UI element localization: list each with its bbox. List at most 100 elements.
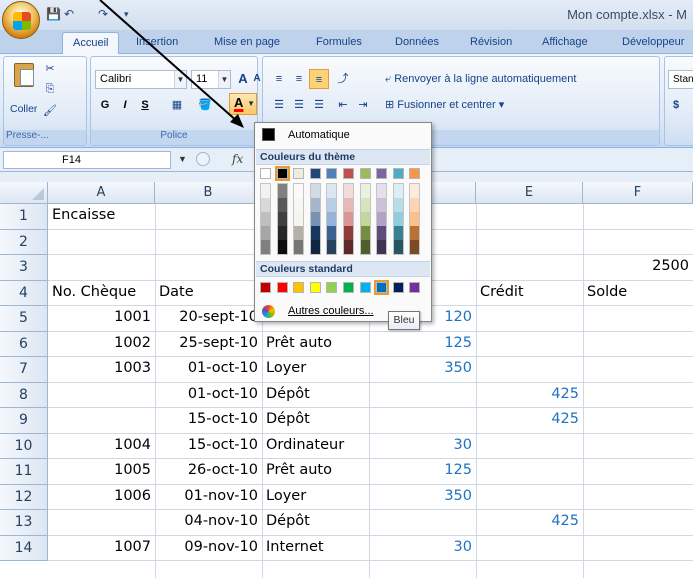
cell-c10[interactable]: Ordinateur [266, 437, 365, 459]
tab-mise-en-page[interactable]: Mise en page [214, 36, 280, 48]
cell-a14[interactable]: 1007 [52, 539, 151, 561]
align-bottom-icon[interactable]: ≡ [309, 69, 329, 89]
theme-shade-column[interactable] [326, 183, 338, 255]
row-header-10[interactable]: 10 [0, 433, 48, 459]
cell-d7[interactable]: 350 [373, 360, 472, 382]
name-box[interactable]: F14 [3, 151, 171, 169]
currency-button[interactable]: $ [669, 95, 683, 115]
font-color-button[interactable]: A ▼ [229, 93, 257, 115]
cell-d11[interactable]: 125 [373, 462, 472, 484]
row-header-7[interactable]: 7 [0, 357, 48, 383]
standard-color-swatch[interactable] [260, 282, 271, 293]
standard-color-swatch[interactable] [343, 282, 354, 293]
theme-color-swatch[interactable] [260, 168, 271, 179]
theme-shade-column[interactable] [260, 183, 271, 255]
decrease-indent-icon[interactable]: ⇤ [333, 95, 353, 115]
standard-color-swatch[interactable] [374, 280, 390, 295]
redo-icon[interactable]: ↷ [98, 7, 108, 21]
row-header-3[interactable]: 3 [0, 255, 48, 281]
row-header-12[interactable]: 12 [0, 484, 48, 510]
row-header-4[interactable]: 4 [0, 280, 48, 306]
theme-color-swatch[interactable] [274, 166, 290, 181]
theme-color-swatch[interactable] [392, 168, 404, 179]
standard-color-swatch[interactable] [293, 282, 305, 293]
row-header-14[interactable]: 14 [0, 535, 48, 561]
standard-color-swatch[interactable] [392, 282, 404, 293]
wrap-text-button[interactable]: ⤶ Renvoyer à la ligne automatiquement [381, 69, 580, 89]
theme-color-swatch[interactable] [293, 168, 305, 179]
standard-color-swatch[interactable] [359, 282, 371, 293]
cell-b11[interactable]: 26-oct-10 [159, 462, 258, 484]
theme-color-swatch[interactable] [326, 168, 338, 179]
cell-e8[interactable]: 425 [480, 386, 579, 408]
cell-a6[interactable]: 1002 [52, 335, 151, 357]
cell-a10[interactable]: 1004 [52, 437, 151, 459]
cell-b7[interactable]: 01-oct-10 [159, 360, 258, 382]
undo-icon[interactable]: ↶ [64, 7, 74, 21]
row-header-11[interactable]: 11 [0, 459, 48, 485]
tab-donnees[interactable]: Données [395, 36, 439, 48]
cell-c11[interactable]: Prêt auto [266, 462, 365, 484]
cell-b10[interactable]: 15-oct-10 [159, 437, 258, 459]
cell-f3[interactable]: 2500 [587, 258, 689, 280]
chevron-down-icon[interactable]: ▼ [178, 154, 187, 164]
select-all-corner[interactable] [0, 182, 48, 204]
row-header-9[interactable]: 9 [0, 408, 48, 434]
column-header-a[interactable]: A [48, 182, 155, 204]
theme-shade-column[interactable] [309, 183, 321, 255]
increase-indent-icon[interactable]: ⇥ [353, 95, 373, 115]
cell-d14[interactable]: 30 [373, 539, 472, 561]
cell-b14[interactable]: 09-nov-10 [159, 539, 258, 561]
row-header-5[interactable]: 5 [0, 306, 48, 332]
align-left-icon[interactable]: ☰ [269, 95, 289, 115]
row-header-2[interactable]: 2 [0, 229, 48, 255]
column-header-f[interactable]: F [583, 182, 693, 204]
theme-shade-column[interactable] [293, 183, 305, 255]
merge-center-button[interactable]: ⊞ Fusionner et centrer ▾ [381, 95, 508, 115]
cell-a4[interactable]: No. Chèque [52, 284, 151, 306]
cell-a7[interactable]: 1003 [52, 360, 151, 382]
standard-color-swatch[interactable] [409, 282, 421, 293]
cell-b13[interactable]: 04-nov-10 [159, 513, 258, 535]
theme-shade-column[interactable] [359, 183, 371, 255]
cell-c12[interactable]: Loyer [266, 488, 365, 510]
cell-a5[interactable]: 1001 [52, 309, 151, 331]
cell-d6[interactable]: 125 [373, 335, 472, 357]
theme-shade-column[interactable] [276, 183, 288, 255]
cell-e9[interactable]: 425 [480, 411, 579, 433]
row-header-1[interactable]: 1 [0, 204, 48, 230]
theme-color-swatch[interactable] [309, 168, 321, 179]
bold-button[interactable]: G [95, 95, 115, 115]
align-middle-icon[interactable]: ≡ [289, 69, 309, 89]
fill-color-icon[interactable]: 🪣 [195, 95, 215, 115]
tab-affichage[interactable]: Affichage [542, 36, 588, 48]
cut-icon[interactable]: ✂ [40, 59, 60, 79]
cell-a1[interactable]: Encaisse [52, 207, 151, 229]
font-name-combo[interactable]: Calibri ▼ [95, 70, 187, 89]
orientation-icon[interactable]: ⤴ [333, 69, 353, 89]
align-top-icon[interactable]: ≡ [269, 69, 289, 89]
theme-color-swatch[interactable] [343, 168, 354, 179]
customize-toolbar-icon[interactable]: ▾ [124, 9, 129, 23]
align-right-icon[interactable]: ☰ [309, 95, 329, 115]
cell-d12[interactable]: 350 [373, 488, 472, 510]
theme-shade-column[interactable] [376, 183, 388, 255]
font-size-combo[interactable]: 11 ▼ [191, 70, 231, 89]
row-header-13[interactable]: 13 [0, 510, 48, 536]
office-button[interactable] [2, 1, 40, 39]
theme-shade-column[interactable] [343, 183, 354, 255]
tab-accueil[interactable]: Accueil [62, 32, 120, 55]
automatic-color-option[interactable]: Automatique [256, 124, 430, 146]
italic-button[interactable]: I [115, 95, 135, 115]
theme-shade-column[interactable] [392, 183, 404, 255]
cell-a12[interactable]: 1006 [52, 488, 151, 510]
cell-f4[interactable]: Solde [587, 284, 689, 306]
center-icon[interactable]: ☰ [289, 95, 309, 115]
theme-color-swatch[interactable] [409, 168, 421, 179]
formula-bar-handle-icon[interactable] [196, 152, 210, 166]
cell-c13[interactable]: Dépôt [266, 513, 365, 535]
tab-developpeur[interactable]: Développeur [622, 36, 684, 48]
theme-color-swatch[interactable] [376, 168, 388, 179]
column-header-e[interactable]: E [476, 182, 583, 204]
theme-shade-column[interactable] [409, 183, 421, 255]
